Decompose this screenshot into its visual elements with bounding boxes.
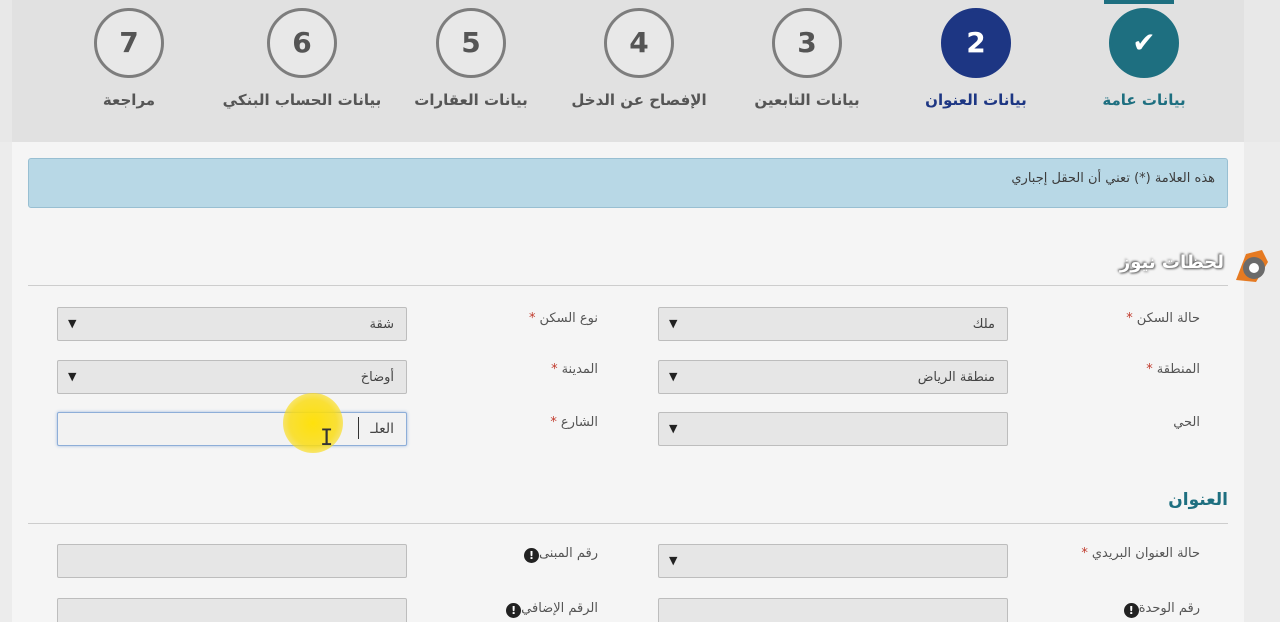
- building-number-input[interactable]: [57, 544, 407, 578]
- progress-stepper: ✔ بيانات عامة 2 بيانات العنوان 3 بيانات …: [0, 0, 1280, 142]
- watermark-text: لحظات نيوز: [1119, 252, 1224, 273]
- watermark-logo-icon: [1236, 250, 1268, 282]
- city-label: المدينة*: [551, 362, 598, 377]
- step-number: 6: [267, 8, 337, 78]
- dropdown-arrow-icon: ▼: [669, 554, 678, 567]
- stepper-edge-left: [0, 0, 12, 142]
- district-label: الحي: [1173, 415, 1200, 430]
- watermark: لحظات نيوز: [1116, 246, 1276, 286]
- address-section-title: العنوان: [1168, 490, 1228, 510]
- dropdown-arrow-icon: ▼: [68, 370, 77, 383]
- stepper-accent-bar: [1104, 0, 1174, 4]
- section-divider: [28, 285, 1228, 286]
- step-label: مراجعة: [102, 91, 156, 109]
- housing-status-select[interactable]: ملك ▼: [658, 307, 1008, 341]
- cursor-highlight: [283, 393, 343, 453]
- required-fields-notice: هذه العلامة (*) تعني أن الحقل إجباري: [28, 158, 1228, 208]
- street-label: الشارع*: [550, 415, 598, 430]
- additional-number-input[interactable]: [57, 598, 407, 622]
- text-cursor-icon: I: [320, 426, 334, 451]
- dropdown-arrow-icon: ▼: [669, 370, 678, 383]
- unit-number-label: رقم الوحدة!: [1120, 601, 1200, 618]
- step-number: 4: [604, 8, 674, 78]
- city-select[interactable]: أوضاخ ▼: [57, 360, 407, 394]
- checkmark-icon: ✔: [1109, 8, 1179, 78]
- info-icon[interactable]: !: [1123, 603, 1139, 618]
- dropdown-arrow-icon: ▼: [669, 317, 678, 330]
- district-select[interactable]: ▼: [658, 412, 1008, 446]
- postal-address-status-label: حالة العنوان البريدي*: [1081, 546, 1200, 561]
- step-number: 5: [436, 8, 506, 78]
- dropdown-arrow-icon: ▼: [669, 422, 678, 435]
- step-number: 7: [94, 8, 164, 78]
- info-icon[interactable]: !: [523, 548, 539, 563]
- step-number: 2: [941, 8, 1011, 78]
- housing-type-label: نوع السكن*: [529, 311, 598, 326]
- postal-address-status-select[interactable]: ▼: [658, 544, 1008, 578]
- building-number-label: رقم المبنى!: [520, 546, 598, 563]
- step-review[interactable]: 7 مراجعة: [19, 8, 239, 109]
- unit-number-input[interactable]: [658, 598, 1008, 622]
- step-number: 3: [772, 8, 842, 78]
- info-icon[interactable]: !: [506, 603, 522, 618]
- region-select[interactable]: منطقة الرياض ▼: [658, 360, 1008, 394]
- text-caret: [358, 417, 359, 439]
- additional-number-label: الرقم الإضافي!: [502, 601, 598, 618]
- region-label: المنطقة*: [1146, 362, 1200, 377]
- section-divider: [28, 523, 1228, 524]
- street-input[interactable]: العلـ: [57, 412, 407, 446]
- housing-type-select[interactable]: شقة ▼: [57, 307, 407, 341]
- housing-status-label: حالة السكن*: [1126, 311, 1200, 326]
- dropdown-arrow-icon: ▼: [68, 317, 77, 330]
